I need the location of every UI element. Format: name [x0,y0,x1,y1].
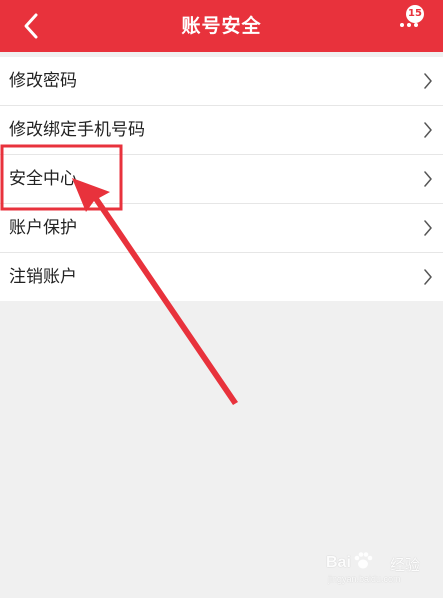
menu-item-label: 修改绑定手机号码 [9,120,145,140]
menu-item-label: 安全中心 [9,169,77,189]
watermark-url: jingyan.baidu.com [328,574,401,584]
chevron-right-icon [424,220,432,236]
menu-item-security-center[interactable]: 安全中心 [0,155,443,204]
chevron-right-icon [424,171,432,187]
page-title: 账号安全 [181,15,262,37]
baidu-jingyan-watermark: Bai 经验 jingyan.baidu.com [326,548,436,588]
watermark-text: Bai [326,554,351,571]
menu-item-account-protection[interactable]: 账户保护 [0,204,443,253]
chevron-right-icon [424,73,432,89]
menu-item-label: 账户保护 [9,218,77,238]
menu-item-label: 注销账户 [9,267,77,287]
paw-icon [354,552,373,569]
menu-item-change-phone[interactable]: 修改绑定手机号码 [0,106,443,155]
settings-menu-list: 修改密码 修改绑定手机号码 安全中心 账户保护 注销账户 [0,57,443,301]
more-button[interactable]: 15 [395,4,435,44]
menu-item-label: 修改密码 [9,71,77,91]
menu-item-cancel-account[interactable]: 注销账户 [0,253,443,301]
more-dots-icon [400,23,421,27]
menu-item-change-password[interactable]: 修改密码 [0,57,443,106]
watermark-suffix: 经验 [390,556,421,574]
chevron-right-icon [424,269,432,285]
chevron-right-icon [424,122,432,138]
notification-badge: 15 [406,5,424,23]
header-bar: 账号安全 15 [0,0,443,52]
